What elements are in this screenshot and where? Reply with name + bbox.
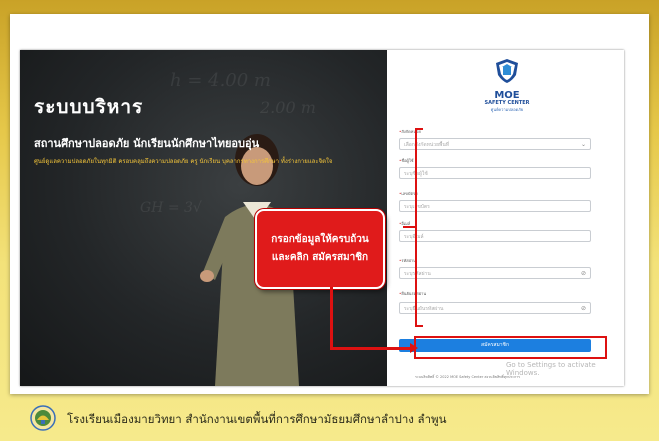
callout-line-2: และคลิก สมัครสมาชิก — [271, 252, 369, 263]
shield-icon — [496, 59, 518, 83]
button-highlight-box — [414, 336, 607, 359]
footer-bar: โรงเรียนเมืองมายวิทยา สำนักงานเขตพื้นที่… — [0, 400, 659, 441]
username-label: ชื่อผู้ใช้ — [399, 157, 413, 164]
agency-select[interactable]: เลือกสังกัดหน่วยพื้นที่ ⌄ — [399, 138, 591, 150]
chevron-down-icon: ⌄ — [580, 141, 586, 148]
instruction-callout: กรอกข้อมูลให้ครบถ้วน และคลิก สมัครสมาชิก — [255, 209, 385, 289]
agency-placeholder: เลือกสังกัดหน่วยพื้นที่ — [404, 142, 450, 148]
hero-subtitle: สถานศึกษาปลอดภัย นักเรียนนักศึกษาไทยอบอุ… — [34, 137, 260, 150]
arrow-line — [330, 287, 333, 350]
username-input[interactable]: ระบุชื่อผู้ใช้ — [399, 167, 591, 179]
footer-text: โรงเรียนเมืองมายวิทยา สำนักงานเขตพื้นที่… — [67, 412, 447, 426]
hero-title: ระบบบริหาร — [34, 96, 144, 118]
password-label: รหัสผ่าน — [399, 257, 416, 264]
arrow-line — [330, 347, 413, 350]
moe-logo: MOE SAFETY CENTER ศูนย์ความปลอดภัย — [480, 58, 534, 113]
school-seal-icon — [30, 405, 56, 431]
eye-off-icon[interactable]: ⊘ — [581, 303, 586, 315]
confirm-password-placeholder: ระบุยืนยันรหัสผ่าน — [404, 306, 444, 312]
password-input[interactable]: ระบุรหัสผ่าน ⊘ — [399, 267, 591, 279]
eye-off-icon[interactable]: ⊘ — [581, 268, 586, 280]
callout-line-1: กรอกข้อมูลให้ครบถ้วน — [271, 234, 369, 245]
idcard-input[interactable]: ระบุเลขบัตร — [399, 200, 591, 212]
chalkboard-writing: GH = 3√ — [140, 200, 202, 216]
email-input[interactable]: ระบุอีเมล์ — [399, 230, 591, 242]
confirm-password-input[interactable]: ระบุยืนยันรหัสผ่าน ⊘ — [399, 302, 591, 314]
copyright-text: ระบบลิขสิทธิ์ © 2022 MOE Safety Center ส… — [415, 375, 521, 379]
windows-activation-watermark: Go to Settings to activate Windows. — [506, 361, 596, 377]
bracket-pointer — [403, 226, 417, 228]
chalkboard-writing: h = 4.00 m — [170, 70, 271, 91]
logo-thai: ศูนย์ความปลอดภัย — [490, 107, 524, 112]
chalkboard-writing: 2.00 m — [260, 98, 316, 117]
hero-description: ศูนย์ดูแลความปลอดภัยในทุกมิติ ครอบคลุมถึ… — [34, 158, 333, 165]
